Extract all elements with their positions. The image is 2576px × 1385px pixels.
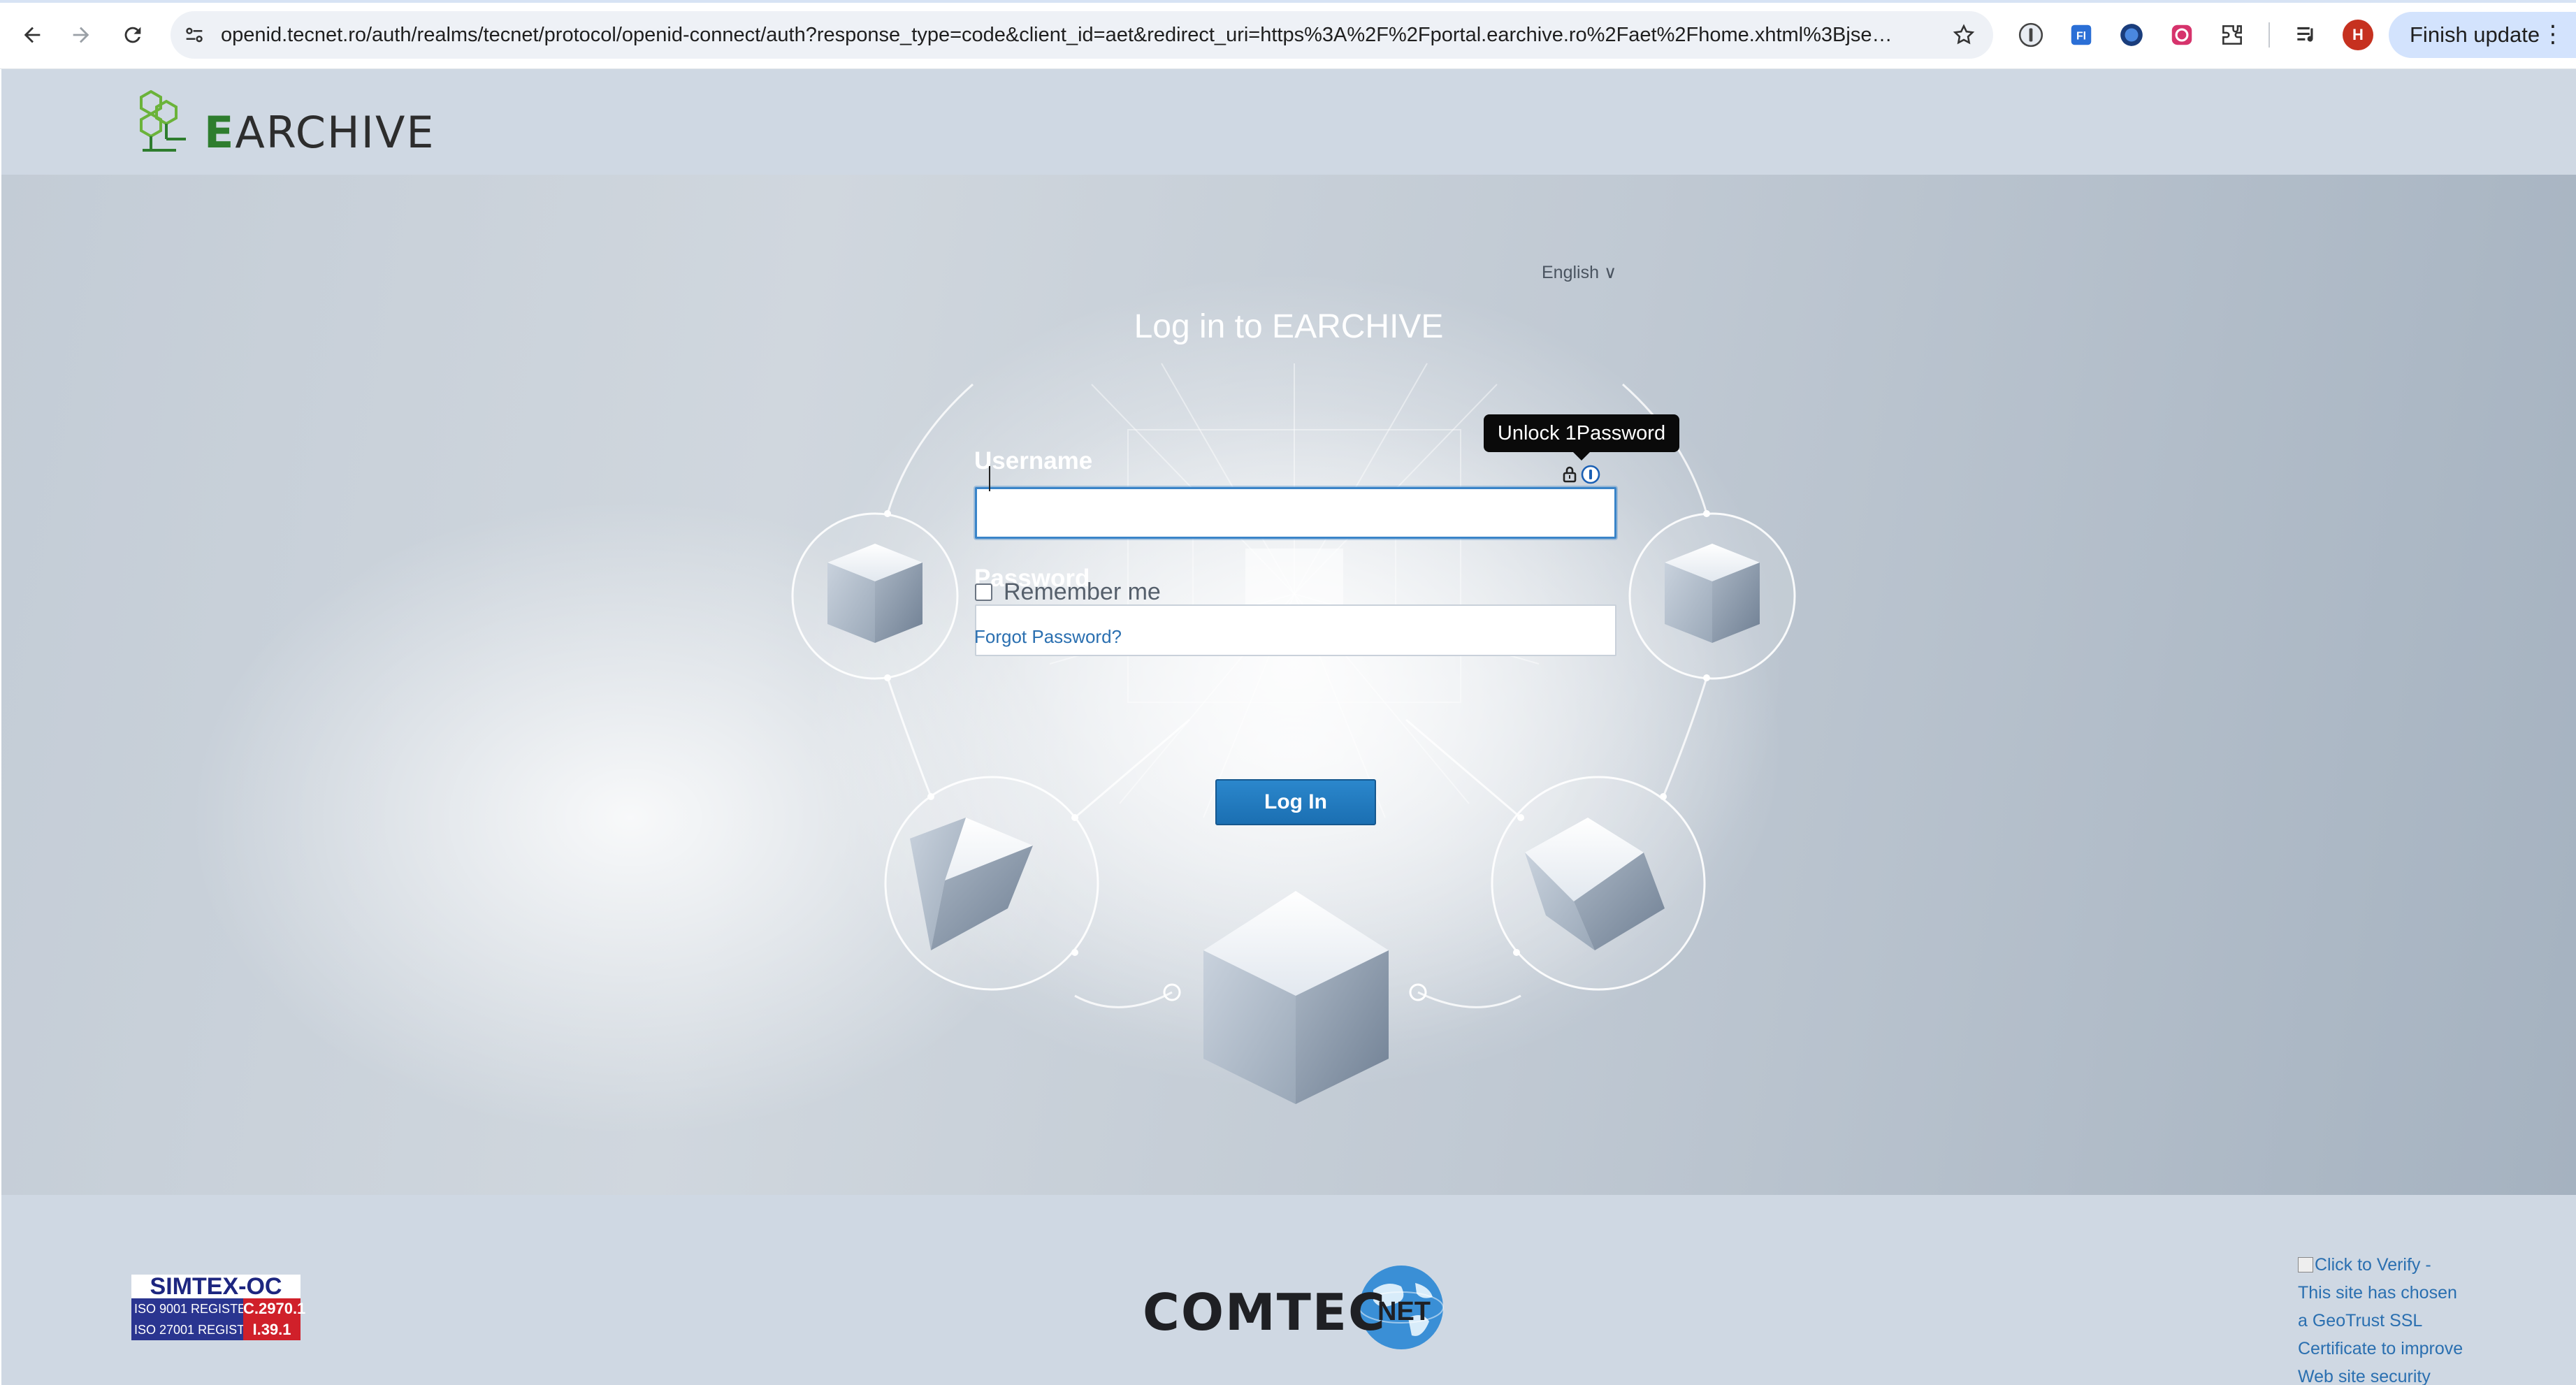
site-header: EARCHIVE bbox=[1, 69, 2576, 175]
address-bar[interactable]: openid.tecnet.ro/auth/realms/tecnet/prot… bbox=[171, 11, 1993, 59]
menu-icon[interactable]: ⋮ bbox=[2541, 22, 2565, 47]
extensions-icon[interactable] bbox=[2218, 21, 2246, 49]
media-icon[interactable] bbox=[2292, 21, 2320, 49]
forward-icon[interactable] bbox=[63, 17, 99, 53]
cube-top-right bbox=[1665, 544, 1760, 643]
finish-update-label: Finish update bbox=[2410, 22, 2540, 47]
bookmark-star-icon[interactable] bbox=[1950, 21, 1978, 49]
comtec-wordmark: COMTEC bbox=[1143, 1283, 1387, 1342]
onepassword-icon[interactable] bbox=[1581, 465, 1600, 484]
back-icon[interactable] bbox=[14, 17, 50, 53]
cube-top-left bbox=[827, 544, 922, 643]
comtec-net-text: NET bbox=[1377, 1297, 1431, 1326]
lock-icon[interactable] bbox=[1561, 465, 1578, 484]
web-page: EARCHIVE English ∨ Log in to EARCHIVE Us… bbox=[0, 69, 2576, 1385]
iso-row-label: ISO 9001 REGISTERED bbox=[131, 1298, 243, 1319]
comtec-net-logo[interactable]: COMTEC NET bbox=[1143, 1262, 1450, 1353]
logo-hexagons-icon bbox=[140, 90, 186, 152]
iso-brand: SIMTEX-OC bbox=[131, 1275, 301, 1298]
iso-row-code: C.2970.1 bbox=[243, 1298, 305, 1319]
text-caret bbox=[989, 466, 990, 491]
color-picker-extension-icon[interactable] bbox=[2168, 21, 2196, 49]
remember-me-row[interactable]: Remember me bbox=[975, 578, 1161, 606]
svg-text:Fl: Fl bbox=[2076, 30, 2086, 42]
site-footer: SIMTEX-OC ISO 9001 REGISTERED C.2970.1 I… bbox=[1, 1195, 2576, 1385]
onepassword-extension-icon[interactable] bbox=[2017, 21, 2045, 49]
onepassword-field-icons[interactable] bbox=[1561, 464, 1600, 485]
iso-row-code: I.39.1 bbox=[243, 1319, 301, 1340]
iso-row: ISO 27001 REGISTERED I.39.1 bbox=[131, 1319, 301, 1340]
iso-row-label: ISO 27001 REGISTERED bbox=[131, 1319, 243, 1340]
browser-toolbar: openid.tecnet.ro/auth/realms/tecnet/prot… bbox=[0, 0, 2576, 69]
logo-word: ARCHIVE bbox=[235, 107, 435, 158]
login-button[interactable]: Log In bbox=[1215, 779, 1376, 825]
geotrust-seal-link[interactable]: Click to Verify - This site has chosen a… bbox=[2298, 1251, 2466, 1385]
tab-strip-edge bbox=[0, 0, 2576, 3]
finish-update-button[interactable]: Finish update ⋮ bbox=[2389, 12, 2576, 58]
logo-wordmark: EARCHIVE bbox=[204, 111, 435, 154]
username-label: Username bbox=[974, 447, 1093, 474]
toolbar-divider bbox=[2269, 22, 2270, 48]
onepassword-tooltip: Unlock 1Password bbox=[1484, 414, 1679, 461]
language-selector[interactable]: English ∨ bbox=[1542, 262, 1616, 283]
page-content: EARCHIVE English ∨ Log in to EARCHIVE Us… bbox=[1, 69, 2576, 1385]
login-hero: English ∨ Log in to EARCHIVE bbox=[1, 175, 2576, 1195]
reload-icon[interactable] bbox=[115, 17, 151, 53]
remember-me-checkbox[interactable] bbox=[975, 583, 992, 601]
earchive-logo[interactable]: EARCHIVE bbox=[137, 90, 434, 157]
remember-me-label[interactable]: Remember me bbox=[1004, 579, 1161, 606]
url-text[interactable]: openid.tecnet.ro/auth/realms/tecnet/prot… bbox=[221, 22, 1898, 48]
username-input[interactable] bbox=[975, 487, 1616, 539]
broken-image-icon bbox=[2298, 1257, 2313, 1272]
geotrust-alt-text[interactable]: Click to Verify - This site has chosen a… bbox=[2298, 1255, 2463, 1385]
iso-certification-badge[interactable]: SIMTEX-OC ISO 9001 REGISTERED C.2970.1 I… bbox=[131, 1275, 305, 1340]
profile-avatar[interactable]: H bbox=[2343, 20, 2373, 50]
site-info-icon[interactable] bbox=[180, 21, 208, 49]
translate-extension-icon[interactable]: Fl bbox=[2067, 21, 2095, 49]
forgot-password-link[interactable]: Forgot Password? bbox=[974, 626, 1122, 648]
login-title: Log in to EARCHIVE bbox=[1134, 308, 1444, 345]
dark-reader-extension-icon[interactable] bbox=[2118, 21, 2146, 49]
iso-row: ISO 9001 REGISTERED C.2970.1 bbox=[131, 1298, 305, 1319]
logo-letter-e: E bbox=[204, 107, 236, 158]
